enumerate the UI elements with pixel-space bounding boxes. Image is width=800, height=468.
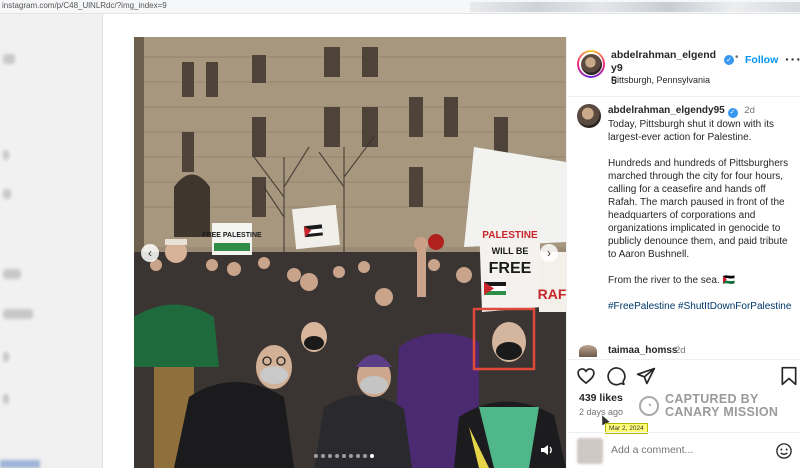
current-user-avatar	[577, 438, 603, 464]
add-comment-input[interactable]	[611, 444, 761, 456]
add-comment-bar	[567, 432, 800, 468]
likes-count[interactable]: 439 likes	[579, 392, 623, 404]
caption-hashtags[interactable]: #FreePalestine #ShutItDownForPalestine	[608, 300, 796, 313]
author-avatar[interactable]	[577, 50, 605, 78]
post-location[interactable]: Pittsburgh, Pennsylvania	[611, 75, 710, 85]
caption-time[interactable]: 2d	[744, 105, 755, 116]
url-text[interactable]: instagram.com/p/C48_UlNLRdc/?img_index=9	[2, 1, 167, 10]
watermark-line2: CANARY MISSION	[665, 405, 779, 419]
caption-body: abdelrahman_elgendy95 ✓ 2d Today, Pittsb…	[608, 104, 796, 313]
comment-row: taimaa_homss 2d	[567, 343, 800, 359]
caption-paragraph-2: Hundreds and hundreds of Pittsburghers m…	[608, 157, 789, 260]
blurred-nav-item	[3, 189, 11, 199]
blurred-nav-item	[3, 269, 21, 279]
sign-raf: RAF	[538, 286, 566, 302]
post-side-panel: abdelrahman_elgendy9 5 ✓ • Follow ··· Pi…	[566, 37, 800, 468]
carousel-dot	[335, 454, 339, 458]
carousel-dot	[314, 454, 318, 458]
post-media[interactable]: FREE PALESTINE PALESTINE WILL BE FREE RA…	[134, 37, 566, 468]
caption-paragraph-3: From the river to the sea. 🇵🇸	[608, 274, 735, 286]
blurred-nav-item	[3, 394, 9, 404]
carousel-dot	[342, 454, 346, 458]
caption-username[interactable]: abdelrahman_elgendy95	[608, 105, 725, 116]
verified-badge-icon: ✓	[724, 55, 734, 65]
blurred-nav-item	[3, 352, 9, 362]
blurred-nav-item	[3, 150, 9, 160]
sign-line-will-be: WILL BE	[492, 246, 529, 256]
separator-dot: •	[735, 52, 739, 63]
watermark-logo-icon: ◔	[639, 396, 659, 416]
post-header: abdelrahman_elgendy9 5 ✓ • Follow ··· Pi…	[567, 37, 800, 97]
browser-toolbar-blurred	[470, 2, 800, 12]
caption-author-avatar[interactable]	[577, 104, 601, 128]
carousel-next-button[interactable]: ›	[540, 244, 558, 262]
commenter-username[interactable]: taimaa_homss	[608, 345, 677, 356]
carousel-dot	[370, 454, 374, 458]
post-actions: 439 likes 2 days ago Mar 2, 2024 ◔ CAPTU…	[567, 359, 800, 468]
caption-paragraph-1: Today, Pittsburgh shut it down with its …	[608, 118, 775, 143]
share-icon[interactable]	[636, 366, 656, 386]
carousel-dot	[349, 454, 353, 458]
sign-line-free: FREE	[489, 260, 532, 277]
carousel-indicator	[314, 454, 374, 458]
heart-icon[interactable]	[576, 366, 596, 386]
caption-section: abdelrahman_elgendy95 ✓ 2d Today, Pittsb…	[567, 97, 800, 353]
commenter-avatar[interactable]	[579, 345, 597, 357]
carousel-dot	[321, 454, 325, 458]
blurred-logo	[3, 54, 15, 64]
carousel-prev-button[interactable]: ‹	[141, 244, 159, 262]
background-page-dimmed	[0, 14, 103, 468]
carousel-dot	[328, 454, 332, 458]
post-modal: FREE PALESTINE PALESTINE WILL BE FREE RA…	[134, 37, 800, 468]
blurred-nav-item	[3, 309, 33, 319]
browser-address-bar[interactable]: instagram.com/p/C48_UlNLRdc/?img_index=9	[0, 0, 800, 14]
verified-badge-icon: ✓	[727, 107, 738, 118]
carousel-dot	[356, 454, 360, 458]
mute-toggle-button[interactable]	[538, 441, 556, 459]
chevron-left-icon: ‹	[148, 246, 152, 260]
protest-photo: FREE PALESTINE PALESTINE WILL BE FREE RA…	[134, 37, 566, 468]
emoji-icon[interactable]	[775, 442, 793, 460]
canary-mission-watermark: ◔ CAPTURED BY CANARY MISSION	[639, 392, 799, 422]
speaker-icon	[541, 445, 552, 455]
sign-free-palestine-small: FREE PALESTINE	[202, 232, 262, 239]
sign-line-palestine: PALESTINE	[482, 230, 538, 241]
comment-icon[interactable]	[606, 366, 626, 386]
author-username-line1: abdelrahman_elgendy9	[611, 49, 717, 74]
carousel-dot	[363, 454, 367, 458]
bookmark-icon[interactable]	[779, 366, 799, 386]
watermark-line1: CAPTURED BY	[665, 392, 759, 406]
more-options-icon[interactable]: ···	[785, 51, 800, 67]
chevron-right-icon: ›	[547, 246, 551, 260]
follow-button[interactable]: Follow	[745, 54, 778, 66]
blurred-nav-item	[0, 460, 40, 468]
comment-time: 2d	[675, 345, 686, 356]
